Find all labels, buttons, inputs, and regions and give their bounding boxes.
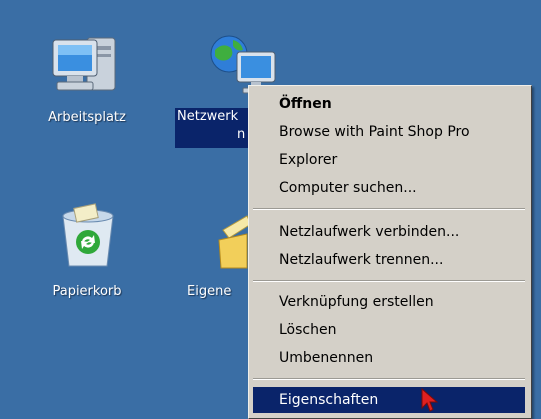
menu-separator [253, 208, 525, 210]
menu-separator [253, 378, 525, 380]
menu-item-loeschen[interactable]: Löschen [253, 317, 525, 343]
menu-item-eigenschaften[interactable]: Eigenschaften [253, 387, 525, 413]
desktop-icon-arbeitsplatz[interactable]: Arbeitsplatz [27, 30, 147, 140]
recycle-bin-icon [53, 202, 123, 272]
menu-item-oeffnen[interactable]: Öffnen [253, 91, 525, 117]
desktop-icon-papierkorb[interactable]: Papierkorb [27, 200, 147, 310]
computer-icon [49, 32, 125, 98]
menu-item-computer-suchen[interactable]: Computer suchen... [253, 175, 525, 201]
icon-label-papierkorb: Papierkorb [52, 284, 122, 299]
context-menu: Öffnen Browse with Paint Shop Pro Explor… [248, 85, 532, 419]
menu-item-explorer[interactable]: Explorer [253, 147, 525, 173]
icon-label-arbeitsplatz: Arbeitsplatz [48, 110, 126, 125]
menu-item-browse-paint-shop-pro[interactable]: Browse with Paint Shop Pro [253, 119, 525, 145]
desktop: Arbeitsplatz Netzwerk n Papierkorb Eigen… [0, 0, 541, 419]
menu-item-verknuepfung-erstellen[interactable]: Verknüpfung erstellen [253, 289, 525, 315]
menu-item-netzlaufwerk-trennen[interactable]: Netzlaufwerk trennen... [253, 247, 525, 273]
mouse-pointer-icon [420, 387, 439, 418]
menu-separator [253, 280, 525, 282]
menu-item-umbenennen[interactable]: Umbenennen [253, 345, 525, 371]
menu-item-netzlaufwerk-verbinden[interactable]: Netzlaufwerk verbinden... [253, 219, 525, 245]
